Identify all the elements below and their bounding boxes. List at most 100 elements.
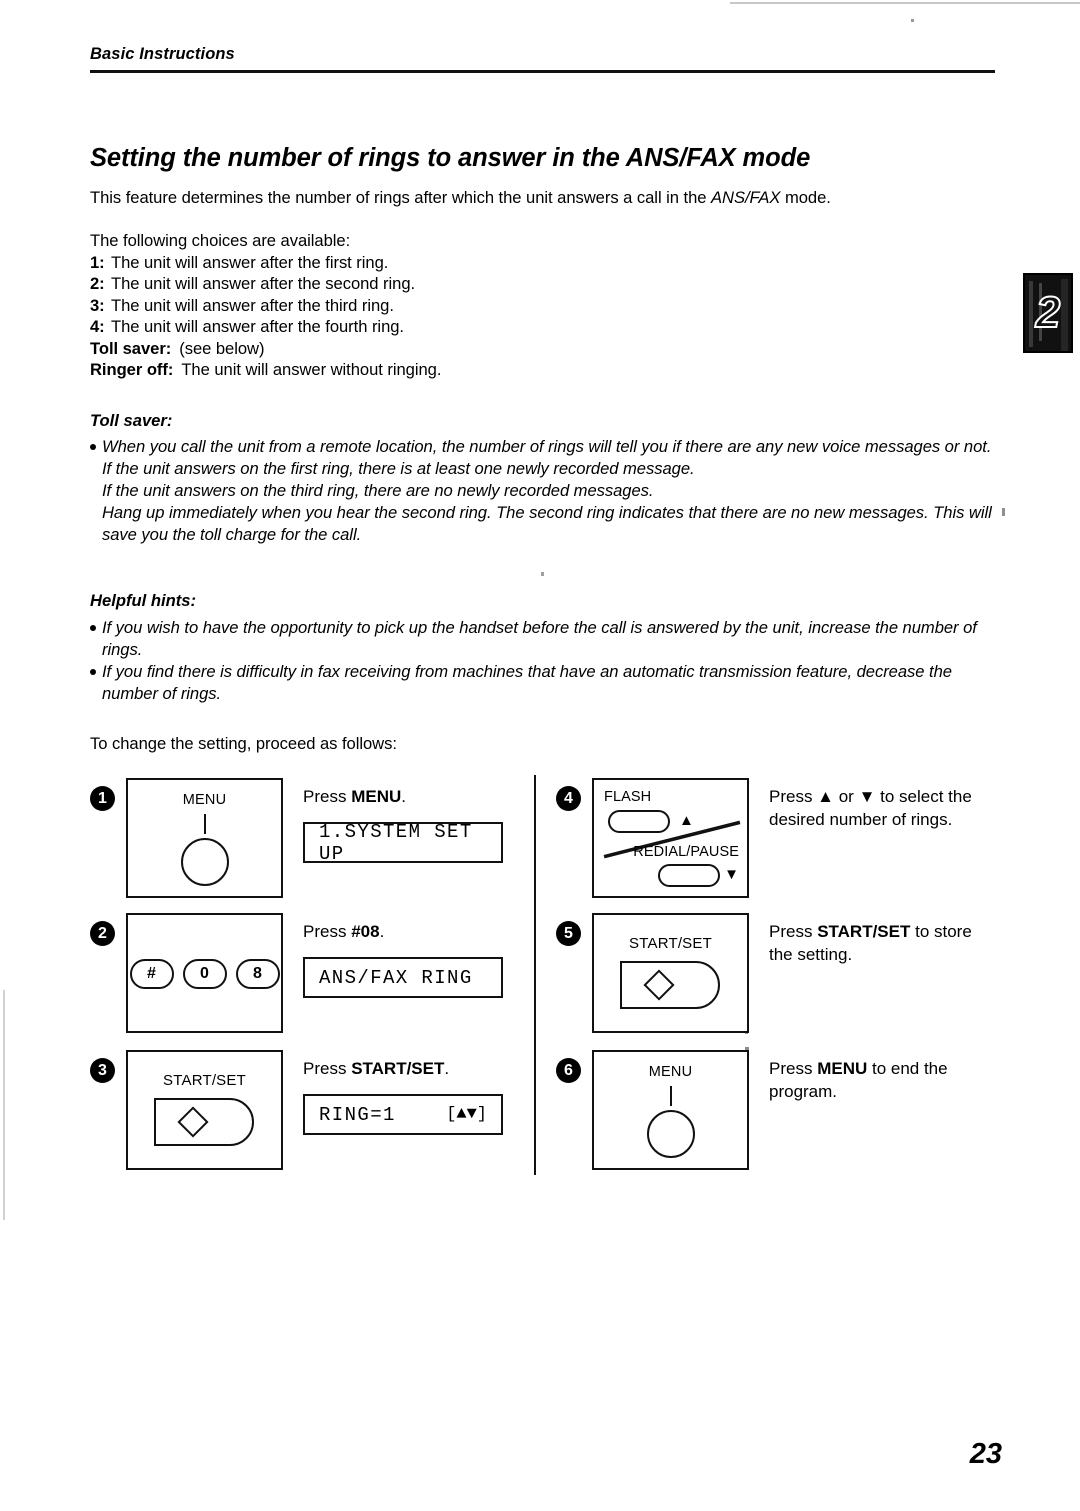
choice-text: The unit will answer without ringing. bbox=[181, 360, 442, 379]
step-5: 5 START/SET Press START/SET to store the… bbox=[556, 913, 996, 1035]
step-4: 4 FLASH ▲ REDIAL/PAUSE ▼ Press ▲ or ▼ to… bbox=[556, 778, 996, 900]
running-head: Basic Instructions bbox=[90, 45, 235, 63]
step-5-illustration: START/SET bbox=[592, 913, 749, 1033]
choice-item: 1: The unit will answer after the first … bbox=[90, 252, 710, 274]
step-6-caption: Press MENU to end the program. bbox=[769, 1058, 999, 1103]
choice-item: 2: The unit will answer after the second… bbox=[90, 273, 710, 295]
caption-pre: Press bbox=[303, 1059, 352, 1078]
choice-key: Toll saver: bbox=[90, 338, 172, 358]
toll-saver-bullet-text: When you call the unit from a remote loc… bbox=[102, 437, 992, 456]
menu-button-icon bbox=[180, 838, 229, 886]
caption-pre: Press bbox=[769, 1059, 818, 1078]
choice-item: 3: The unit will answer after the third … bbox=[90, 295, 710, 317]
caption-key: START/SET bbox=[817, 922, 911, 941]
helpful-hint-bullet: If you find there is difficulty in fax r… bbox=[90, 661, 995, 705]
choice-key: 3: bbox=[90, 295, 105, 315]
step-1-illustration: MENU bbox=[126, 778, 283, 898]
caption-pre: Press bbox=[303, 787, 352, 806]
step-1-caption: Press MENU. bbox=[303, 786, 533, 809]
step-2: 2 # 0 8 Press #08. ANS/FAX RING bbox=[90, 913, 530, 1035]
choice-text: The unit will answer after the second ri… bbox=[111, 274, 416, 293]
chapter-tab-number: 2 bbox=[1035, 288, 1061, 337]
caption-key: #08 bbox=[351, 922, 380, 941]
step-3-caption: Press START/SET. bbox=[303, 1058, 533, 1081]
choices-list: The following choices are available: 1: … bbox=[90, 230, 710, 381]
menu-button-label: MENU bbox=[648, 1064, 693, 1080]
choice-text: The unit will answer after the fourth ri… bbox=[111, 317, 404, 336]
toll-saver-heading: Toll saver: bbox=[90, 411, 173, 430]
menu-button-label: MENU bbox=[182, 792, 227, 808]
start-set-button-label: START/SET bbox=[629, 935, 712, 952]
bullet-dot-icon bbox=[90, 444, 96, 450]
intro-part-1: This feature determines the number of ri… bbox=[90, 188, 711, 207]
start-set-button-icon bbox=[154, 1098, 254, 1146]
choices-lead-in: The following choices are available: bbox=[90, 231, 351, 250]
lcd-arrows: [▲▼] bbox=[446, 1105, 487, 1124]
caption-key: MENU bbox=[351, 787, 402, 806]
scan-artifact-dot bbox=[911, 19, 914, 22]
diamond-icon bbox=[643, 969, 675, 1001]
bullet-dot-icon bbox=[90, 625, 96, 631]
step-3: 3 START/SET Press START/SET. RING=1 [▲▼] bbox=[90, 1050, 530, 1172]
choice-item: 4: The unit will answer after the fourth… bbox=[90, 316, 710, 338]
helpful-hint-text: If you find there is difficulty in fax r… bbox=[102, 662, 952, 703]
intro-emphasis: ANS/FAX bbox=[711, 188, 781, 207]
keypad-row: # 0 8 bbox=[128, 959, 281, 989]
choice-text: (see below) bbox=[179, 338, 265, 358]
caption-post: . bbox=[401, 787, 406, 806]
redial-pause-button-icon bbox=[658, 864, 720, 887]
caption-pre: Press bbox=[769, 922, 818, 941]
helpful-hint-text: If you wish to have the opportunity to p… bbox=[102, 618, 977, 659]
toll-saver-line: If the unit answers on the first ring, t… bbox=[102, 459, 695, 478]
scan-artifact-top bbox=[730, 2, 1080, 4]
step-number-badge: 2 bbox=[90, 921, 115, 946]
step-1: 1 MENU Press MENU. 1.SYSTEM SET UP bbox=[90, 778, 530, 900]
flash-button-icon bbox=[608, 810, 670, 833]
step-number-badge: 1 bbox=[90, 786, 115, 811]
choice-item: Ringer off: The unit will answer without… bbox=[90, 359, 710, 381]
step-number-badge: 3 bbox=[90, 1058, 115, 1083]
choice-key: 1: bbox=[90, 252, 105, 272]
page-title: Setting the number of rings to answer in… bbox=[90, 144, 811, 173]
toll-saver-line: If the unit answers on the third ring, t… bbox=[102, 481, 654, 500]
menu-button-stem bbox=[203, 814, 206, 834]
choice-text: The unit will answer after the first rin… bbox=[111, 252, 389, 272]
step-2-caption: Press #08. bbox=[303, 921, 533, 944]
step-3-illustration: START/SET bbox=[126, 1050, 283, 1170]
redial-pause-button-label: REDIAL/PAUSE bbox=[633, 844, 739, 860]
menu-button-icon bbox=[646, 1110, 695, 1158]
step-2-illustration: # 0 8 bbox=[126, 913, 283, 1033]
lcd-text: RING=1 bbox=[319, 1103, 396, 1126]
helpful-hint-bullet: If you wish to have the opportunity to p… bbox=[90, 617, 995, 661]
toll-saver-body: When you call the unit from a remote loc… bbox=[90, 436, 995, 546]
chapter-tab: 2 bbox=[1023, 273, 1073, 353]
scan-artifact-dot bbox=[1002, 508, 1005, 516]
choice-item: Toll saver: (see below) bbox=[90, 338, 710, 360]
step-1-lcd-display: 1.SYSTEM SET UP bbox=[303, 820, 503, 865]
helpful-hints-heading: Helpful hints: bbox=[90, 591, 197, 610]
step-number-badge: 4 bbox=[556, 786, 581, 811]
keypad-key-hash: # bbox=[129, 959, 174, 989]
proceed-line: To change the setting, proceed as follow… bbox=[90, 734, 397, 753]
start-set-button-icon bbox=[620, 961, 720, 1009]
toll-saver-bullet: When you call the unit from a remote loc… bbox=[90, 436, 995, 458]
step-2-lcd-display: ANS/FAX RING bbox=[303, 957, 503, 998]
scan-artifact-dot bbox=[541, 572, 544, 576]
start-set-button-label: START/SET bbox=[163, 1072, 246, 1089]
choice-key: Ringer off: bbox=[90, 360, 174, 379]
caption-key: START/SET bbox=[351, 1059, 445, 1078]
keypad-key-0: 0 bbox=[182, 959, 227, 989]
page-number: 23 bbox=[969, 1438, 1002, 1470]
lcd-text: ANS/FAX RING bbox=[319, 966, 473, 989]
intro-paragraph: This feature determines the number of ri… bbox=[90, 187, 990, 209]
step-number-badge: 5 bbox=[556, 921, 581, 946]
step-4-caption: Press ▲ or ▼ to select the desired numbe… bbox=[769, 787, 972, 829]
caption-pre: Press bbox=[303, 922, 352, 941]
bullet-dot-icon bbox=[90, 669, 96, 675]
step-3-lcd-display: RING=1 [▲▼] bbox=[303, 1094, 503, 1135]
flash-button-label: FLASH bbox=[604, 789, 652, 805]
caption-post: . bbox=[444, 1059, 450, 1078]
lcd-text: 1.SYSTEM SET UP bbox=[319, 820, 473, 865]
toll-saver-line: Hang up immediately when you hear the se… bbox=[102, 503, 992, 544]
up-arrow-icon: ▲ bbox=[679, 812, 694, 829]
